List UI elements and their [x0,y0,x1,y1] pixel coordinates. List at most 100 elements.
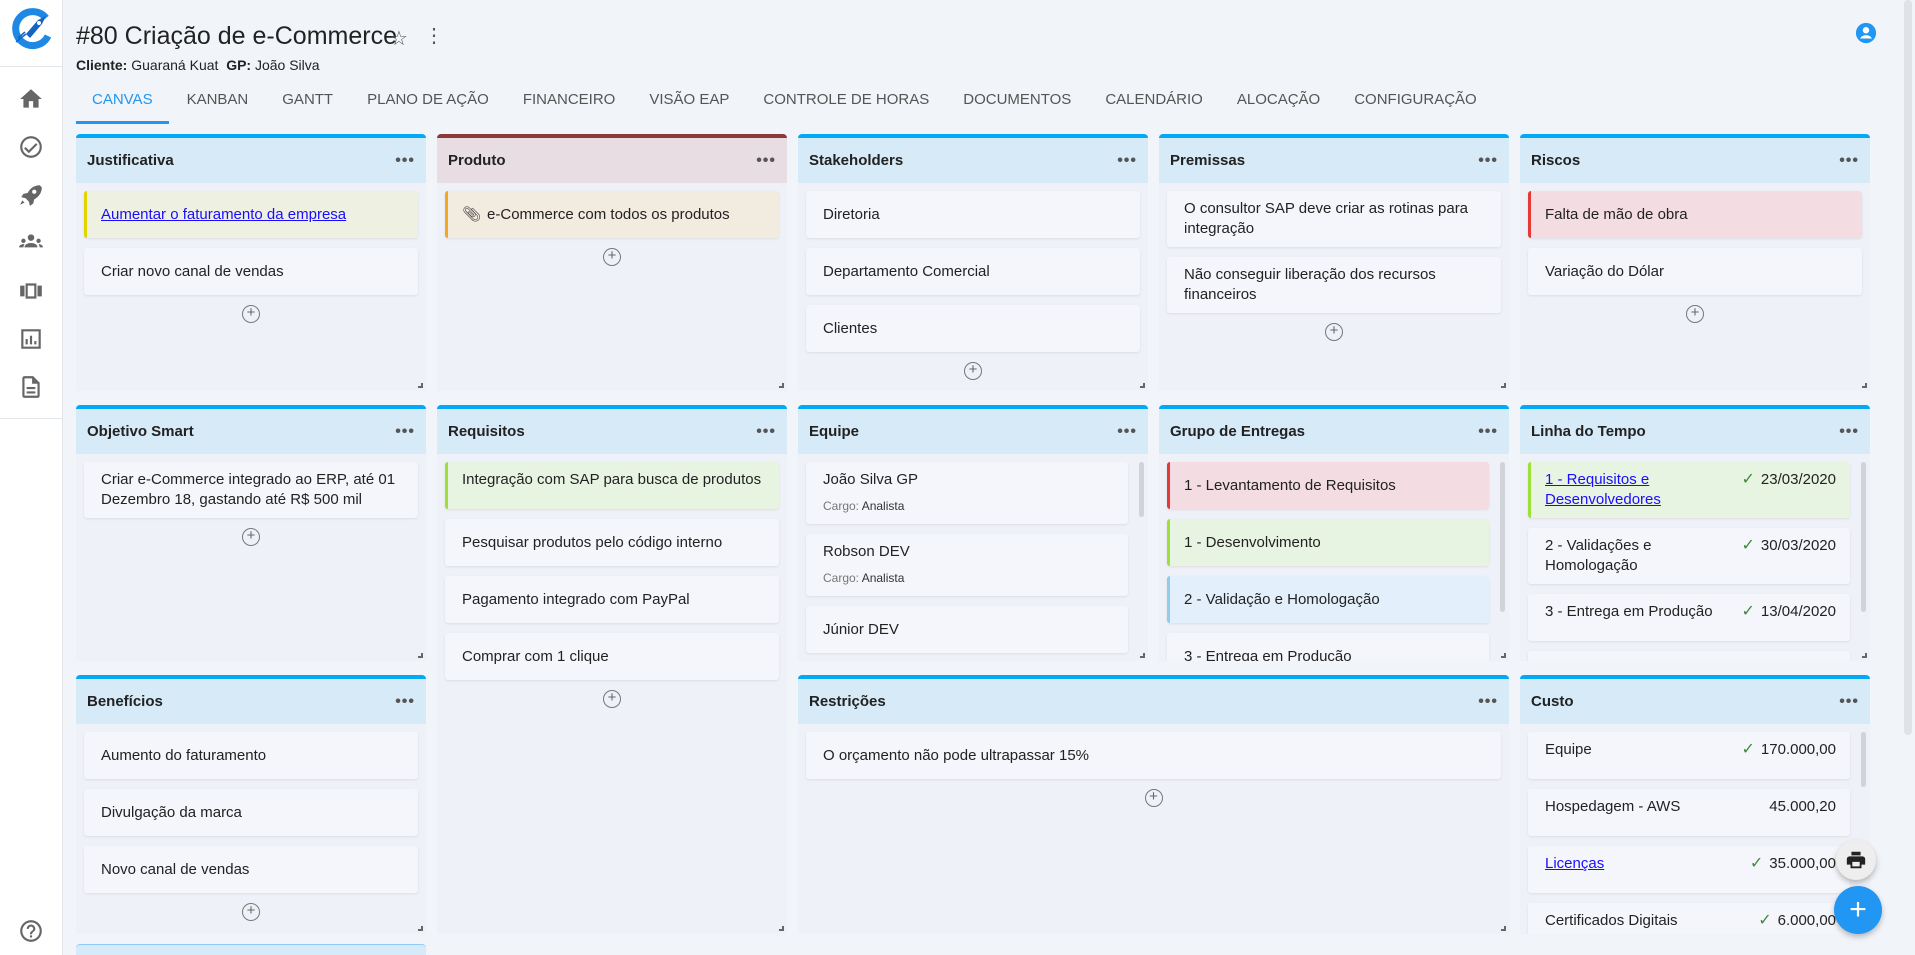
card[interactable]: Integração com SAP para busca de produto… [445,462,779,509]
card[interactable]: 1 - Levantamento de Requisitos [1167,462,1489,509]
card[interactable]: Júnior DEV [806,606,1128,653]
user-account-icon[interactable] [1855,22,1877,44]
add-card-button[interactable]: + [1144,789,1163,807]
more-horiz-icon[interactable]: ••• [756,423,776,441]
card[interactable]: João Silva GP Cargo: Analista [806,462,1128,524]
check-circle-icon[interactable] [18,134,44,160]
card[interactable]: 2 - Validação e Homologação [1167,576,1489,623]
star-icon[interactable]: ☆ [390,26,408,51]
card-link[interactable]: Licenças [1545,855,1604,872]
card[interactable]: 2 - Validações e Homologação ✓ 30/03/2020 [1528,528,1850,584]
resize-handle[interactable] [1862,383,1867,388]
print-button[interactable] [1836,840,1876,880]
panel-scrollbar[interactable] [1500,462,1505,612]
tab-calendário[interactable]: CALENDÁRIO [1089,88,1219,124]
panel-scrollbar[interactable] [1861,462,1866,612]
resize-handle[interactable] [418,653,423,658]
add-card-button[interactable]: + [1325,323,1343,341]
more-horiz-icon[interactable]: ••• [1117,423,1137,441]
add-card-button[interactable]: + [964,362,982,380]
card[interactable]: 📎︎ e-Commerce com todos os produtos [445,191,779,238]
document-icon[interactable] [18,374,44,400]
card[interactable]: Entrega Final 06/08/2022 [1528,651,1850,661]
tab-canvas[interactable]: CANVAS [76,88,169,124]
card[interactable]: Licenças ✓ 35.000,00 [1528,846,1850,893]
card[interactable]: 3 - Entrega em Produção [1167,633,1489,661]
tab-gantt[interactable]: GANTT [266,88,349,124]
carousel-icon[interactable] [18,278,44,304]
resize-handle[interactable] [1140,653,1145,658]
more-horiz-icon[interactable]: ••• [1839,693,1859,711]
app-logo[interactable] [8,6,54,52]
card[interactable]: 1 - Desenvolvimento [1167,519,1489,566]
card[interactable]: Pagamento integrado com PayPal [445,576,779,623]
card[interactable]: Criar novo canal de vendas [84,248,418,295]
more-horiz-icon[interactable]: ••• [756,152,776,170]
tab-documentos[interactable]: DOCUMENTOS [947,88,1087,124]
more-horiz-icon[interactable]: ••• [1478,423,1498,441]
card[interactable]: 3 - Entrega em Produção ✓ 13/04/2020 [1528,594,1850,641]
more-horiz-icon[interactable]: ••• [1478,693,1498,711]
resize-handle[interactable] [418,383,423,388]
page-scrollbar[interactable] [1904,0,1912,735]
more-horiz-icon[interactable]: ••• [1117,152,1137,170]
card-link[interactable]: 1 - Requisitos e Desenvolvedores [1545,471,1661,508]
card[interactable]: Criar e-Commerce integrado ao ERP, até 0… [84,462,418,518]
more-horiz-icon[interactable]: ••• [395,693,415,711]
resize-handle[interactable] [418,926,423,931]
rocket-icon[interactable] [18,182,44,208]
more-horiz-icon[interactable]: ••• [395,423,415,441]
card[interactable]: Robson DEV Cargo: Analista [806,534,1128,596]
card[interactable]: Diretoria [806,191,1140,238]
panel-scrollbar[interactable] [1139,462,1144,517]
card[interactable]: O consultor SAP deve criar as rotinas pa… [1167,191,1501,247]
chart-icon[interactable] [18,326,44,352]
resize-handle[interactable] [779,383,784,388]
card[interactable]: Novo canal de vendas [84,846,418,893]
card[interactable]: Não conseguir liberação dos recursos fin… [1167,257,1501,313]
add-card-button[interactable]: + [1686,305,1704,323]
more-horiz-icon[interactable]: ••• [1478,152,1498,170]
panel-scrollbar[interactable] [1861,732,1866,787]
card[interactable]: Variação do Dólar [1528,248,1862,295]
card[interactable]: 1 - Requisitos e Desenvolvedores ✓ 23/03/2… [1528,462,1850,518]
tab-plano-de-ação[interactable]: PLANO DE AÇÃO [351,88,505,124]
resize-handle[interactable] [779,926,784,931]
resize-handle[interactable] [1140,383,1145,388]
more-vert-icon[interactable]: ⋮ [424,26,444,46]
card[interactable]: Pesquisar produtos pelo código interno [445,519,779,566]
more-horiz-icon[interactable]: ••• [1839,423,1859,441]
team-icon[interactable] [18,230,44,256]
resize-handle[interactable] [1501,653,1506,658]
resize-handle[interactable] [1862,653,1867,658]
more-horiz-icon[interactable]: ••• [1839,152,1859,170]
card[interactable]: Comprar com 1 clique [445,633,779,680]
card[interactable]: Departamento Comercial [806,248,1140,295]
add-fab-button[interactable]: + [1834,886,1882,934]
card[interactable]: Aumento do faturamento [84,732,418,779]
card[interactable]: Falta de mão de obra [1528,191,1862,238]
help-icon[interactable] [18,918,44,944]
resize-handle[interactable] [1501,383,1506,388]
tab-financeiro[interactable]: FINANCEIRO [507,88,632,124]
card[interactable]: Clientes [806,305,1140,352]
card[interactable]: Certificados Digitais ✓ 6.000,00 [1528,903,1850,934]
resize-handle[interactable] [1501,926,1506,931]
more-horiz-icon[interactable]: ••• [395,152,415,170]
card[interactable]: Equipe ✓ 170.000,00 [1528,732,1850,779]
tab-controle-de-horas[interactable]: CONTROLE DE HORAS [747,88,945,124]
add-card-button[interactable]: + [242,528,260,546]
tab-alocação[interactable]: ALOCAÇÃO [1221,88,1336,124]
add-card-button[interactable]: + [603,248,621,266]
home-icon[interactable] [18,86,44,112]
card-link[interactable]: Aumentar o faturamento da empresa [101,206,346,223]
add-card-button[interactable]: + [242,305,260,323]
card[interactable]: O orçamento não pode ultrapassar 15% [806,732,1501,779]
tab-configuração[interactable]: CONFIGURAÇÃO [1338,88,1493,124]
card[interactable]: Hospedagem - AWS 45.000,20 [1528,789,1850,836]
add-card-button[interactable]: + [242,903,260,921]
tab-visão-eap[interactable]: VISÃO EAP [633,88,745,124]
card[interactable]: Aumentar o faturamento da empresa [84,191,418,238]
add-card-button[interactable]: + [603,690,621,708]
card[interactable]: Divulgação da marca [84,789,418,836]
